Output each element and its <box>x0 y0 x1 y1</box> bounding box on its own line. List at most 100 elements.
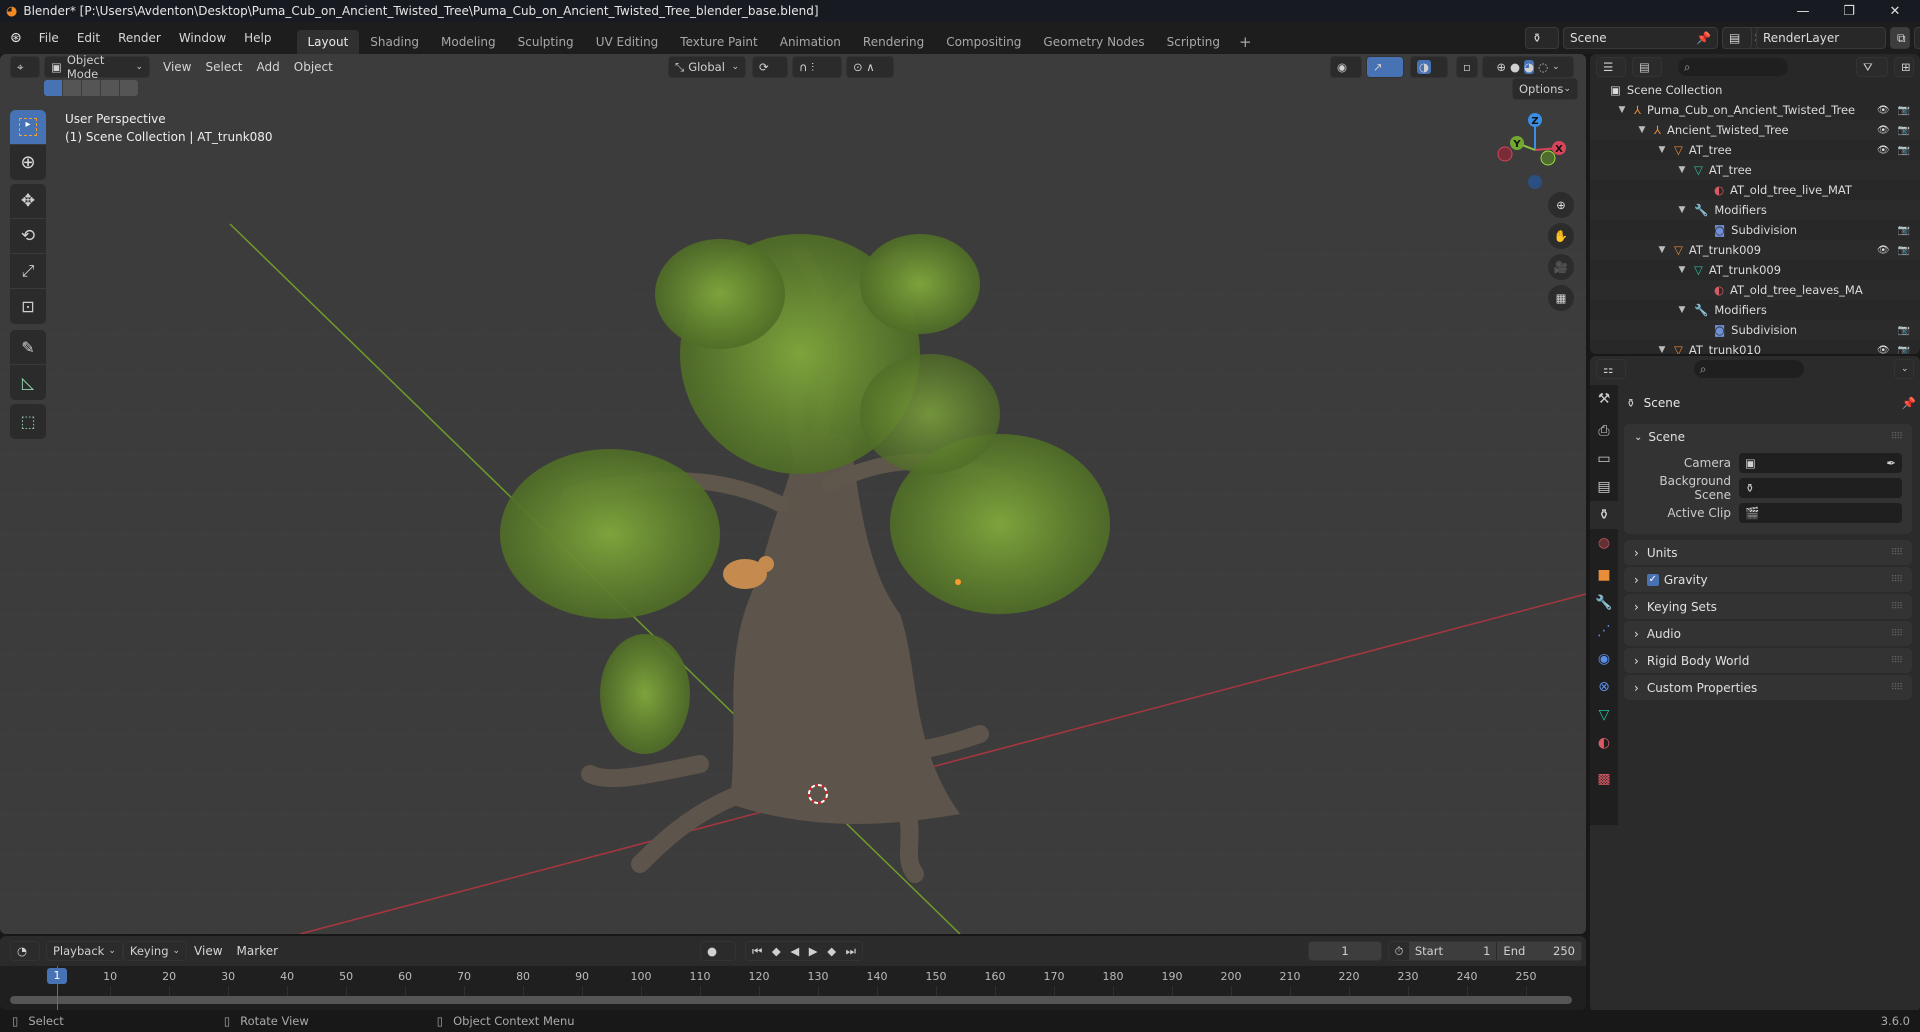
outliner-search-input[interactable]: ⌕ <box>1678 58 1788 76</box>
outliner-item[interactable]: ▼ ▽ AT_trunk009 <box>1590 260 1920 280</box>
menu-file[interactable]: File <box>30 31 68 45</box>
snap-toggle[interactable]: ∩ ⫶ <box>792 56 842 78</box>
camera-render-icon[interactable]: 📷 <box>1898 125 1910 136</box>
panel-units-header[interactable]: › Units ⠿⠿ <box>1624 540 1912 565</box>
tab-sculpting[interactable]: Sculpting <box>507 30 585 54</box>
prev-keyframe-icon[interactable]: ◆ <box>772 944 781 958</box>
tab-scene[interactable]: ⚱ <box>1590 501 1618 529</box>
outliner-item[interactable]: ▼ ⅄ Ancient_Twisted_Tree 👁 📷 <box>1590 120 1920 140</box>
drag-handle-icon[interactable]: ⠿⠿ <box>1891 432 1903 442</box>
3d-viewport[interactable] <box>0 54 1586 934</box>
start-frame-field[interactable]: Start 1 <box>1408 942 1497 960</box>
properties-options-dropdown[interactable]: ⌄ <box>1894 359 1914 379</box>
timeline-view-menu[interactable]: View <box>187 944 229 958</box>
jump-end-icon[interactable]: ⏭ <box>846 944 856 959</box>
tab-animation[interactable]: Animation <box>769 30 852 54</box>
tab-texture[interactable]: ▩ <box>1590 765 1618 793</box>
select-intersect-button[interactable] <box>120 80 138 96</box>
gizmo-neg-y[interactable] <box>1540 150 1556 166</box>
wireframe-shading-icon[interactable]: ⊕ <box>1496 60 1506 74</box>
selectability-dropdown[interactable]: ◉ <box>1330 56 1362 78</box>
tab-data[interactable]: ▽ <box>1590 701 1618 729</box>
gizmo-toggle[interactable]: ↗ <box>1366 56 1404 78</box>
outliner-item[interactable]: ▼ ▽ AT_tree 👁 📷 <box>1590 140 1920 160</box>
drag-handle-icon[interactable]: ⠿⠿ <box>1891 656 1903 666</box>
navigation-gizmo[interactable]: Z X Y <box>1495 110 1575 190</box>
tab-tool[interactable]: ⚒ <box>1590 385 1618 413</box>
camera-render-icon[interactable]: 📷 <box>1898 245 1910 256</box>
eye-icon[interactable]: 👁 <box>1877 105 1890 116</box>
tool-move[interactable]: ✥ <box>10 184 46 219</box>
panel-audio-header[interactable]: › Audio ⠿⠿ <box>1624 621 1912 646</box>
play-reverse-icon[interactable]: ◀ <box>790 944 799 958</box>
tool-measure[interactable]: ◺ <box>10 365 46 400</box>
menu-view[interactable]: View <box>156 60 198 74</box>
menu-window[interactable]: Window <box>170 31 235 45</box>
auto-key-toggle[interactable]: ● <box>700 941 736 961</box>
timeline-marker-menu[interactable]: Marker <box>230 944 285 958</box>
outliner-root[interactable]: ▣ Scene Collection <box>1590 80 1920 100</box>
close-button[interactable]: ✕ <box>1872 0 1918 22</box>
outliner-item[interactable]: ▼ ▽ AT_trunk010 👁 📷 <box>1590 340 1920 354</box>
tab-modeling[interactable]: Modeling <box>430 30 507 54</box>
expand-triangle-icon[interactable]: ▼ <box>1676 265 1688 275</box>
camera-render-icon[interactable]: 📷 <box>1898 105 1910 116</box>
panel-scene-header[interactable]: ⌄ Scene ⠿⠿ <box>1624 424 1912 450</box>
tab-geometry-nodes[interactable]: Geometry Nodes <box>1032 30 1155 54</box>
mode-dropdown[interactable]: ▣ Object Mode ⌄ <box>44 53 150 81</box>
jump-start-icon[interactable]: ⏮ <box>752 944 762 959</box>
menu-object[interactable]: Object <box>287 60 340 74</box>
keying-menu[interactable]: Keying ⌄ <box>122 941 188 961</box>
stopwatch-icon[interactable]: ⏱ <box>1389 944 1409 959</box>
select-new-button[interactable] <box>44 80 62 96</box>
tab-shading[interactable]: Shading <box>359 30 430 54</box>
select-subtract-button[interactable] <box>82 80 100 96</box>
expand-triangle-icon[interactable]: ▼ <box>1656 145 1668 155</box>
panel-custom-properties-header[interactable]: › Custom Properties ⠿⠿ <box>1624 675 1912 700</box>
maximize-button[interactable]: ❐ <box>1826 0 1872 22</box>
gizmo-neg-x[interactable] <box>1497 146 1513 162</box>
overlay-toggle[interactable]: ◑ <box>1410 56 1448 78</box>
tab-object[interactable]: ■ <box>1590 561 1618 589</box>
delete-view-layer-button[interactable]: ✕ <box>1914 27 1920 49</box>
camera-render-icon[interactable]: 📷 <box>1898 325 1910 336</box>
solid-shading-icon[interactable]: ● <box>1510 60 1520 74</box>
eye-icon[interactable]: 👁 <box>1877 245 1890 256</box>
minimize-button[interactable]: — <box>1780 0 1826 22</box>
outliner-item[interactable]: ▼ ▽ AT_tree <box>1590 160 1920 180</box>
proportional-edit-toggle[interactable]: ⊙ ∧ <box>846 56 894 78</box>
pivot-point-dropdown[interactable]: ⟳ <box>752 56 788 78</box>
menu-help[interactable]: Help <box>235 31 280 45</box>
drag-handle-icon[interactable]: ⠿⠿ <box>1891 548 1903 558</box>
tab-physics[interactable]: ◉ <box>1590 645 1618 673</box>
pin-icon[interactable]: 📌 <box>1902 396 1916 410</box>
view-layer-name-field[interactable]: RenderLayer <box>1756 27 1886 49</box>
tab-output[interactable]: ▭ <box>1590 445 1618 473</box>
gravity-checkbox[interactable]: ✓ <box>1646 573 1659 586</box>
outliner-item[interactable]: ▼ 🔧 Modifiers <box>1590 300 1920 320</box>
play-icon[interactable]: ▶ <box>809 944 818 958</box>
tab-material[interactable]: ◐ <box>1590 729 1618 757</box>
properties-editor-type-button[interactable]: ⚏ <box>1596 359 1626 379</box>
background-scene-field[interactable]: ⚱ <box>1739 477 1902 498</box>
panel-gravity-header[interactable]: › ✓ Gravity ⠿⠿ <box>1624 567 1912 592</box>
tab-render[interactable]: ⎙ <box>1590 417 1618 445</box>
view-layer-browse-button[interactable]: ▤ <box>1722 27 1752 49</box>
camera-view-button[interactable]: 🎥 <box>1548 254 1574 280</box>
drag-handle-icon[interactable]: ⠿⠿ <box>1891 602 1903 612</box>
outliner-item[interactable]: ▼ 🔧 Modifiers <box>1590 200 1920 220</box>
menu-select[interactable]: Select <box>198 60 249 74</box>
camera-render-icon[interactable]: 📷 <box>1898 225 1910 236</box>
menu-edit[interactable]: Edit <box>68 31 109 45</box>
pan-view-button[interactable]: ✋ <box>1548 223 1574 249</box>
drag-handle-icon[interactable]: ⠿⠿ <box>1891 575 1903 585</box>
tab-layout[interactable]: Layout <box>296 30 360 54</box>
drag-handle-icon[interactable]: ⠿⠿ <box>1891 683 1903 693</box>
transform-orientation-dropdown[interactable]: ⤡ Global ⌄ <box>668 56 746 78</box>
tab-modifiers[interactable]: 🔧 <box>1590 589 1618 617</box>
panel-keying-sets-header[interactable]: › Keying Sets ⠿⠿ <box>1624 594 1912 619</box>
tab-view-layer[interactable]: ▤ <box>1590 473 1618 501</box>
rendered-shading-icon[interactable]: ◌ <box>1538 60 1548 74</box>
eye-icon[interactable]: 👁 <box>1877 145 1890 156</box>
tool-add-cube[interactable]: ⬚ <box>10 404 46 439</box>
